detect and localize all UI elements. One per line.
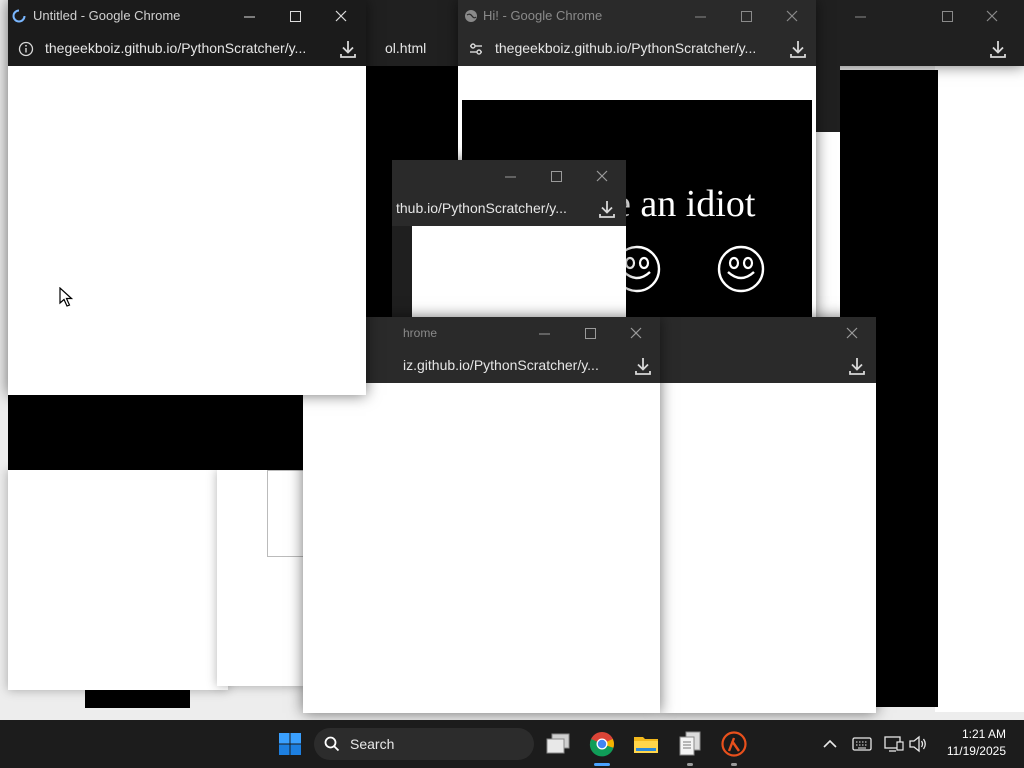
chrome-window-right-lower[interactable] [660, 317, 876, 713]
chrome-icon[interactable] [586, 728, 618, 766]
running-indicator [687, 763, 693, 766]
maximize-button[interactable] [724, 2, 768, 30]
stacked-window-black-strip [85, 690, 190, 708]
minimize-button[interactable] [838, 2, 882, 30]
close-button[interactable] [770, 2, 814, 30]
desktop: ol.html Hi! - Google Chrome thegeekboiz.… [0, 0, 1024, 720]
close-button[interactable] [830, 319, 874, 347]
minimize-button[interactable] [678, 2, 722, 30]
file-explorer-icon[interactable] [630, 728, 662, 760]
notepad-icon[interactable] [674, 728, 706, 766]
page-content [8, 66, 366, 395]
close-button[interactable] [580, 162, 624, 190]
clock-time: 1:21 AM [961, 727, 1006, 741]
address-bar[interactable]: thegeekboiz.github.io/PythonScratcher/y.… [458, 32, 816, 66]
address-bar[interactable] [660, 349, 876, 383]
mouse-cursor-icon [59, 287, 73, 307]
address-bar[interactable]: thegeekboiz.github.io/PythonScratcher/y.… [8, 32, 366, 66]
chevron-up-icon[interactable] [814, 728, 846, 760]
windows-start-icon[interactable] [274, 728, 306, 760]
task-view-icon[interactable] [542, 728, 574, 760]
url-text: ol.html [385, 40, 427, 56]
search-box[interactable]: Search [314, 728, 534, 760]
close-button[interactable] [970, 2, 1014, 30]
search-icon [324, 736, 340, 752]
globe-icon [464, 9, 478, 23]
url-text: iz.github.io/PythonScratcher/y... [403, 357, 599, 373]
chrome-window-middle[interactable]: thub.io/PythonScratcher/y... [392, 160, 626, 320]
download-icon[interactable] [338, 39, 358, 59]
page-content [303, 383, 660, 713]
keyboard-icon[interactable] [846, 728, 878, 760]
active-indicator [594, 763, 610, 766]
chrome-window-untitled[interactable]: Untitled - Google Chrome thegeekboiz.git… [8, 0, 366, 395]
half-life-icon[interactable] [718, 728, 750, 766]
download-icon[interactable] [633, 356, 653, 376]
running-indicator [731, 763, 737, 766]
clock-date: 11/19/2025 [946, 744, 1006, 758]
stacked-window-white-left [8, 470, 228, 690]
banner-text: e an idiot [614, 183, 756, 225]
maximize-button[interactable] [568, 319, 612, 347]
url-text: thegeekboiz.github.io/PythonScratcher/y.… [45, 40, 307, 56]
search-label: Search [350, 736, 395, 752]
minimize-button[interactable] [488, 162, 532, 190]
maximize-button[interactable] [273, 2, 317, 30]
clock[interactable]: 1:21 AM 11/19/2025 [947, 726, 1006, 760]
smiley-icon [716, 244, 766, 294]
close-button[interactable] [319, 2, 363, 30]
page-content [412, 226, 626, 320]
stacked-window-far-right [935, 0, 1024, 712]
window-title: Hi! - Google Chrome [483, 8, 603, 23]
minimize-button[interactable] [522, 319, 566, 347]
url-text: thegeekboiz.github.io/PythonScratcher/y.… [495, 40, 757, 56]
download-icon[interactable] [597, 199, 617, 219]
address-bar[interactable]: thub.io/PythonScratcher/y... [392, 192, 626, 226]
volume-icon[interactable] [902, 728, 934, 760]
maximize-button[interactable] [534, 162, 578, 190]
taskbar: Search 1:21 AM 11/19/2025 [0, 720, 1024, 768]
download-icon[interactable] [788, 39, 808, 59]
info-icon[interactable] [18, 41, 34, 57]
window-title: hrome [403, 326, 438, 340]
window-title: Untitled - Google Chrome [33, 8, 181, 23]
download-icon[interactable] [847, 356, 867, 376]
download-icon[interactable] [988, 39, 1008, 59]
page-content [660, 383, 876, 713]
close-button[interactable] [614, 319, 658, 347]
site-settings-icon[interactable] [468, 41, 484, 57]
maximize-button[interactable] [925, 2, 969, 30]
url-text: thub.io/PythonScratcher/y... [396, 200, 567, 216]
loading-spinner-icon [12, 9, 26, 23]
minimize-button[interactable] [227, 2, 271, 30]
